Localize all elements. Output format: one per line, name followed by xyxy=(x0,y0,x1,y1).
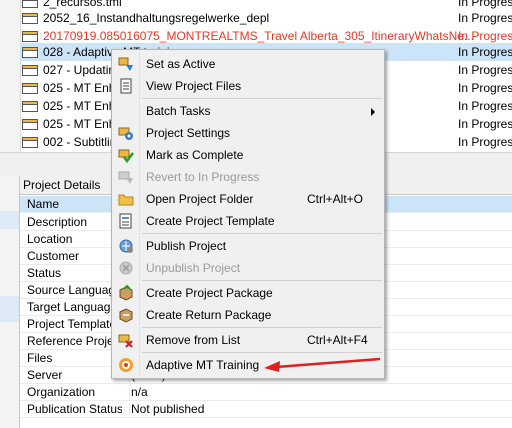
return-package-icon xyxy=(118,307,134,323)
menu-item-remove-from-list[interactable]: Remove from List Ctrl+Alt+F4 xyxy=(114,329,382,351)
details-row-name: Status xyxy=(27,266,62,280)
publish-icon xyxy=(118,238,134,254)
menu-item-label: Publish Project xyxy=(146,239,227,253)
revert-icon xyxy=(118,169,134,185)
adaptive-mt-icon xyxy=(118,357,134,373)
project-icon xyxy=(22,119,38,130)
template-icon xyxy=(118,213,134,229)
project-icon xyxy=(22,0,38,8)
nav-highlight xyxy=(0,296,19,322)
menu-item-label: Open Project Folder xyxy=(146,192,254,206)
menu-item-label: Mark as Complete xyxy=(146,148,244,162)
details-row: Organization n/a xyxy=(20,384,512,401)
project-settings-icon xyxy=(118,125,134,141)
package-icon xyxy=(118,284,134,301)
details-row-name: Location xyxy=(27,232,73,246)
menu-separator xyxy=(142,233,382,234)
project-status: In Progress xyxy=(458,135,512,149)
menu-item-create-project-package[interactable]: Create Project Package xyxy=(114,282,382,304)
menu-item-unpublish-project: Unpublish Project xyxy=(114,257,382,279)
details-row-name: Server xyxy=(27,368,63,382)
menu-separator xyxy=(142,352,382,353)
menu-item-label: Remove from List xyxy=(146,333,241,347)
menu-separator xyxy=(142,98,382,99)
menu-item-shortcut: Ctrl+Alt+F4 xyxy=(307,333,368,347)
project-icon xyxy=(22,137,38,148)
menu-item-shortcut: Ctrl+Alt+O xyxy=(307,192,364,206)
menu-item-set-as-active[interactable]: Set as Active xyxy=(114,53,382,75)
nav-highlight xyxy=(0,211,19,229)
left-navigation-strip-lower xyxy=(0,176,19,428)
project-status: In Progress xyxy=(458,117,512,131)
menu-item-batch-tasks[interactable]: Batch Tasks xyxy=(114,100,382,122)
details-row-name: Project Template xyxy=(27,317,117,331)
menu-item-label: Create Project Package xyxy=(146,286,273,300)
project-icon xyxy=(22,101,38,112)
project-files-icon xyxy=(118,78,134,94)
project-status: In Progress xyxy=(458,11,512,25)
menu-item-view-project-files[interactable]: View Project Files xyxy=(114,75,382,97)
context-menu: Set as Active View Project Files Batch Tas… xyxy=(111,49,385,379)
project-icon xyxy=(22,83,38,94)
details-row-name: Files xyxy=(27,351,53,365)
menu-item-label: Set as Active xyxy=(146,57,216,71)
menu-item-label: Create Project Template xyxy=(146,214,275,228)
menu-item-label: Unpublish Project xyxy=(146,261,241,275)
mark-complete-icon xyxy=(118,147,134,164)
project-status: In Progress xyxy=(458,45,512,59)
menu-item-create-return-package[interactable]: Create Return Package xyxy=(114,304,382,326)
details-row-name: Organization xyxy=(27,385,96,399)
details-row-name: Customer xyxy=(27,249,80,263)
menu-item-revert-to-in-progress: Revert to In Progress xyxy=(114,166,382,188)
menu-item-publish-project[interactable]: Publish Project xyxy=(114,235,382,257)
details-row-value: Not published xyxy=(129,401,511,418)
remove-icon xyxy=(118,332,134,348)
project-status: In Progress xyxy=(458,99,512,113)
menu-item-label: Project Settings xyxy=(146,126,231,140)
details-row-name: Description xyxy=(27,215,88,229)
menu-item-label: Adaptive MT Training xyxy=(146,358,260,372)
menu-item-label: View Project Files xyxy=(146,79,242,93)
project-icon xyxy=(22,65,38,76)
menu-separator xyxy=(142,327,382,328)
menu-item-project-settings[interactable]: Project Settings xyxy=(114,122,382,144)
project-status: In Progress xyxy=(458,81,512,95)
project-icon xyxy=(22,31,38,42)
project-icon xyxy=(22,13,38,24)
unpublish-icon xyxy=(118,260,134,276)
left-navigation-strip xyxy=(0,0,21,152)
menu-item-label: Create Return Package xyxy=(146,308,272,322)
annotation-arrow-head xyxy=(264,361,280,372)
annotation-arrow xyxy=(264,357,381,372)
project-icon xyxy=(22,47,38,58)
menu-separator xyxy=(142,280,382,281)
project-status: In Progress xyxy=(458,63,512,77)
details-row: Publication Status Not published xyxy=(20,401,512,418)
menu-item-mark-as-complete[interactable]: Mark as Complete xyxy=(114,144,382,166)
details-row-name: Reference Projects xyxy=(27,334,122,348)
folder-icon xyxy=(118,191,134,207)
menu-item-label: Revert to In Progress xyxy=(146,170,260,184)
menu-item-label: Batch Tasks xyxy=(146,104,211,118)
details-row-name: Target Languages xyxy=(27,300,122,314)
set-active-icon xyxy=(118,56,134,72)
details-row-name: Source Language xyxy=(27,283,122,297)
submenu-arrow-icon xyxy=(371,108,375,116)
details-header-name: Name xyxy=(27,197,60,211)
project-name: 2052_16_Instandhaltungsregelwerke_depl xyxy=(43,11,270,25)
menu-item-create-project-template[interactable]: Create Project Template xyxy=(114,210,382,232)
details-row-value: n/a xyxy=(129,384,511,401)
menu-item-open-project-folder[interactable]: Open Project Folder Ctrl+Alt+O xyxy=(114,188,382,210)
annotation-arrow-shaft xyxy=(275,357,381,369)
project-row[interactable]: 2052_16_Instandhaltungsregelwerke_depl In… xyxy=(20,9,512,27)
details-row-name: Publication Status xyxy=(27,402,122,416)
